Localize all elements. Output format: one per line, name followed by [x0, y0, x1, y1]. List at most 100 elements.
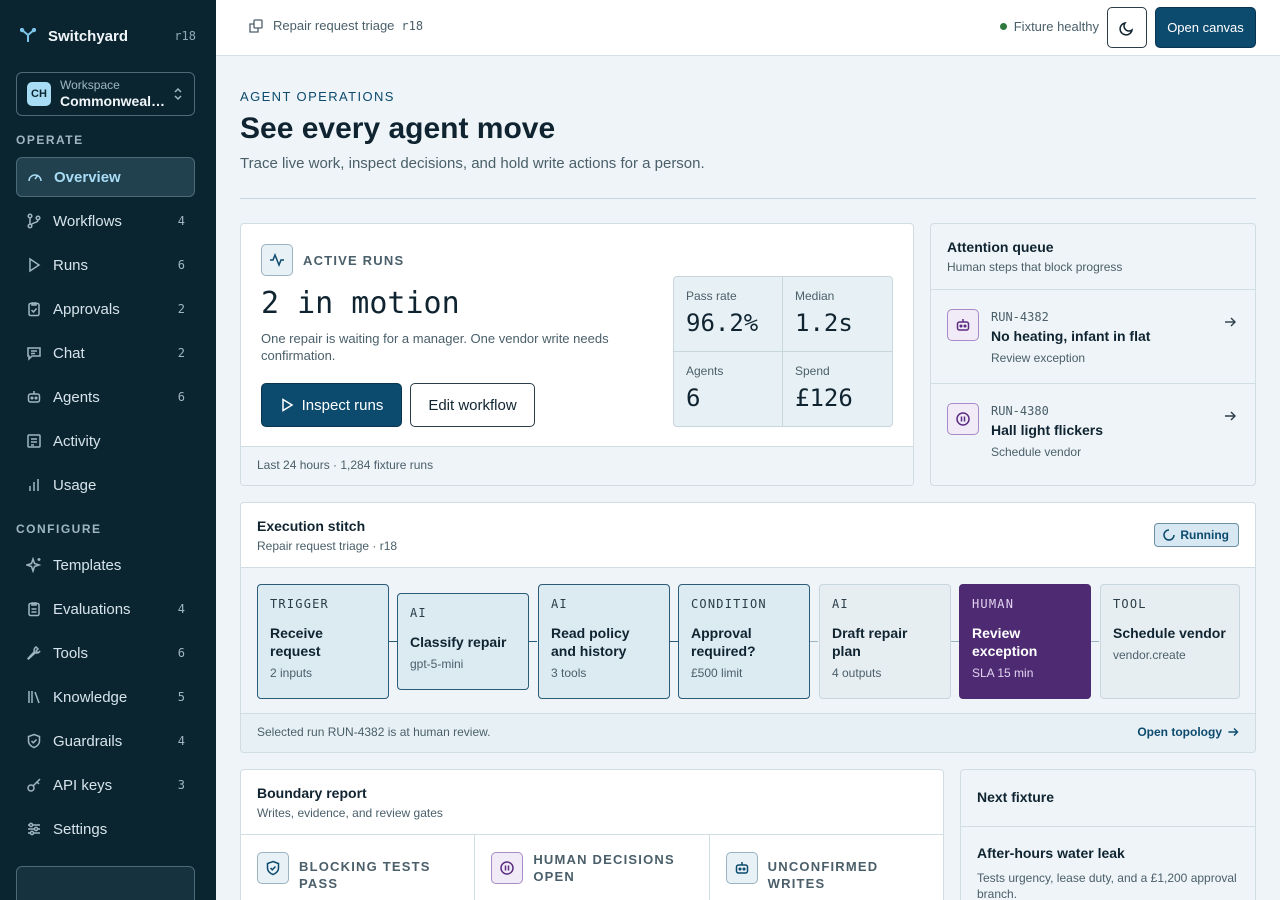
library-icon [28, 691, 40, 704]
topbar: Repair request triage r18 Fixture health… [216, 0, 1280, 56]
arrow-right-icon [1225, 411, 1236, 421]
pause-circle-icon [947, 403, 979, 435]
step-meta: vendor.create [1113, 648, 1186, 662]
step-title: Read policy and history [551, 625, 630, 659]
sidebar-item-evaluations[interactable]: Evaluations 4 [16, 589, 195, 629]
step-kind: CONDITION [691, 597, 767, 611]
step-classify[interactable]: AI Classify repair gpt-5-mini [397, 593, 529, 690]
workspace-switcher[interactable]: CH Workspace Commonwealth Housing [16, 72, 195, 116]
attention-queue-card: Attention queue Human steps that block p… [930, 223, 1256, 486]
sidebar-item-api-keys[interactable]: API keys 3 [16, 765, 195, 805]
workspace-label: Workspace [60, 78, 120, 92]
sidebar-item-settings[interactable]: Settings [16, 809, 195, 849]
wrench-icon [26, 646, 41, 661]
stat-value: 6 [686, 383, 701, 412]
edit-workflow-button[interactable]: Edit workflow [410, 383, 535, 427]
arrow-right-icon [1228, 728, 1239, 736]
attention-item[interactable]: RUN-4380 Hall light flickers Schedule ve… [931, 383, 1255, 477]
open-canvas-button[interactable]: Open canvas [1155, 7, 1256, 48]
step-meta: £500 limit [691, 666, 743, 680]
sidebar-item-label: Activity [53, 432, 101, 450]
stat-agents: Agents 6 [674, 351, 783, 426]
sidebar-item-label: Guardrails [53, 732, 123, 750]
clipboard-check-icon [28, 302, 40, 317]
health-dot [999, 23, 1007, 30]
attention-queue-title: Attention queue [947, 239, 1054, 255]
step-connector [670, 641, 678, 642]
step-kind: AI [832, 597, 849, 611]
bar-chart-icon [29, 479, 39, 491]
status-badge: Running [1154, 523, 1239, 547]
attention-item-action: Schedule vendor [991, 445, 1082, 459]
sidebar-item-agents[interactable]: Agents 6 [16, 377, 195, 417]
step-trigger[interactable]: TRIGGER Receive request 2 inputs [257, 584, 389, 699]
header-divider [240, 198, 1256, 199]
step-connector [389, 641, 397, 642]
step-read-policy[interactable]: AI Read policy and history 3 tools [538, 584, 670, 699]
sidebar-item-label: Runs [53, 256, 89, 274]
sidebar-item-count: 2 [177, 346, 185, 360]
step-condition[interactable]: CONDITION Approval required? £500 limit [678, 584, 810, 699]
sidebar-item-templates[interactable]: Templates [16, 545, 195, 585]
workflow-icon [27, 213, 41, 229]
sidebar-item-runs[interactable]: Runs 6 [16, 245, 195, 285]
attention-item[interactable]: RUN-4382 No heating, infant in flat Revi… [931, 289, 1255, 383]
bot-icon [725, 852, 758, 884]
sidebar-item-label: Usage [53, 476, 97, 494]
metric-label: BLOCKING TESTS PASS [299, 859, 431, 891]
sidebar-item-count: 6 [177, 258, 185, 272]
metric-label: UNCONFIRMED WRITES [767, 859, 879, 891]
step-meta: 3 tools [551, 666, 587, 680]
stat-label: Spend [795, 363, 830, 378]
theme-toggle-button[interactable] [1107, 7, 1147, 48]
sidebar-item-count: 6 [177, 646, 185, 660]
sliders-icon [28, 822, 40, 836]
sidebar-item-count: 3 [177, 778, 185, 792]
sidebar-item-usage[interactable]: Usage [16, 465, 195, 505]
moon-icon [1119, 21, 1134, 36]
step-review-exception[interactable]: HUMAN Review exception SLA 15 min [959, 584, 1091, 699]
sidebar-item-guardrails[interactable]: Guardrails 4 [16, 721, 195, 761]
breadcrumb[interactable]: Repair request triage r18 [249, 18, 423, 33]
step-title: Classify repair [410, 634, 507, 650]
pause-circle-icon [491, 852, 524, 884]
sidebar-item-label: Overview [54, 168, 121, 186]
step-meta: SLA 15 min [972, 666, 1034, 680]
execution-note: Selected run RUN-4382 is at human review… [257, 725, 491, 739]
sidebar-item-knowledge[interactable]: Knowledge 5 [16, 677, 195, 717]
sidebar-item-activity[interactable]: Activity [16, 421, 195, 461]
sidebar-item-count: 4 [177, 734, 185, 748]
step-title: Schedule vendor [1113, 625, 1226, 641]
inspect-runs-button[interactable]: Inspect runs [261, 383, 402, 427]
sidebar-item-overview[interactable]: Overview [16, 157, 195, 197]
sidebar-item-workflows[interactable]: Workflows 4 [16, 201, 195, 241]
step-connector [1091, 641, 1099, 642]
sidebar-item-label: Agents [53, 388, 100, 406]
stat-label: Pass rate [686, 289, 737, 303]
metric-blocking-tests: BLOCKING TESTS PASS [241, 835, 476, 900]
next-fixture-card[interactable]: Next fixture After-hours water leak Test… [960, 769, 1256, 900]
page-eyebrow: AGENT OPERATIONS [240, 89, 395, 104]
fixture-panel[interactable] [16, 866, 195, 900]
metric-human-decisions: HUMAN DECISIONS OPEN [475, 835, 710, 900]
open-topology-link[interactable]: Open topology [1137, 725, 1239, 739]
sidebar-item-label: Tools [53, 644, 89, 662]
sidebar-item-tools[interactable]: Tools 6 [16, 633, 195, 673]
boundary-title: Boundary report [257, 785, 367, 801]
step-kind: AI [551, 597, 568, 611]
status-badge-label: Running [1180, 528, 1229, 542]
brand[interactable]: Switchyard r18 [20, 26, 196, 46]
step-schedule-vendor[interactable]: TOOL Schedule vendor vendor.create [1100, 584, 1240, 699]
step-title: Review exception [972, 625, 1038, 659]
step-title: Approval required? [691, 625, 756, 659]
sidebar-item-approvals[interactable]: Approvals 2 [16, 289, 195, 329]
active-runs-label: ACTIVE RUNS [303, 253, 405, 268]
step-draft-plan[interactable]: AI Draft repair plan 4 outputs [819, 584, 951, 699]
workspace-name: Commonwealth Housing [60, 93, 168, 109]
page-subtitle: Trace live work, inspect decisions, and … [240, 155, 705, 172]
copy-workflow-icon [249, 18, 263, 33]
pulse-icon [261, 244, 293, 276]
sidebar-item-chat[interactable]: Chat 2 [16, 333, 195, 373]
step-meta: 2 inputs [270, 666, 313, 680]
step-connector [951, 641, 959, 642]
